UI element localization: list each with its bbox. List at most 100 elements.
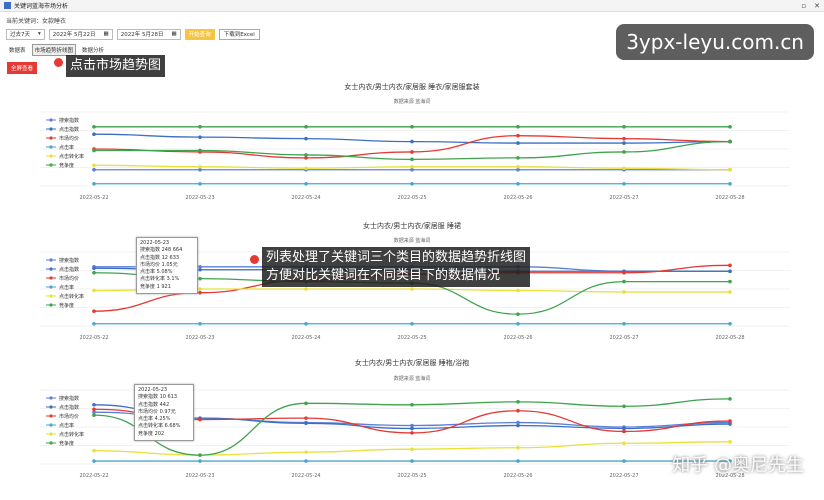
legend-marker: [49, 118, 53, 122]
legend-marker: [49, 303, 53, 307]
data-point: [92, 321, 96, 326]
x-tick-label: 2022-05-25: [397, 473, 426, 479]
tooltip-row: 搜索指数 248 664: [140, 247, 183, 254]
data-point: [410, 157, 414, 162]
marker-dot: [250, 255, 259, 264]
data-point: [516, 312, 520, 316]
data-point: [198, 125, 202, 129]
data-point: [516, 321, 520, 326]
x-tick-label: 2022-05-24: [291, 473, 320, 479]
callout-explanation: 列表处理了关键词三个类目的数据趋势折线图 方便对比关键词在不同类目下的数据情况: [262, 247, 531, 287]
data-point: [516, 133, 520, 138]
data-point: [92, 309, 96, 313]
x-tick-label: 2022-05-23: [185, 473, 214, 479]
chart2-subtitle: 数据来源 蓝海词: [393, 238, 431, 244]
legend-label: 市场均价: [59, 275, 79, 282]
data-point: [622, 321, 626, 326]
data-point: [304, 136, 308, 141]
x-tick-label: 2022-05-22: [79, 473, 108, 479]
start-date-field[interactable]: 2022年 5月22日 ▦: [48, 28, 113, 40]
data-point: [304, 181, 308, 186]
legend-marker: [49, 432, 53, 436]
data-point: [622, 459, 626, 463]
export-button[interactable]: 下载到Excel: [218, 28, 260, 40]
data-point: [92, 125, 96, 129]
data-point: [304, 321, 308, 326]
data-point: [516, 445, 520, 450]
data-point: [516, 125, 520, 129]
data-point: [92, 403, 96, 407]
x-tick-label: 2022-05-23: [185, 335, 214, 341]
x-tick-label: 2022-05-24: [291, 335, 320, 341]
data-point: [304, 287, 308, 291]
callout-click-trend: 点击市场趋势图: [66, 55, 166, 77]
query-button[interactable]: 开始查询: [184, 28, 215, 40]
app-icon: [4, 2, 11, 9]
chart1-title: 女士内衣/男士内衣/家居服 睡衣/家居服套装: [344, 83, 480, 91]
data-point: [92, 448, 96, 453]
x-tick-label: 2022-05-26: [503, 335, 532, 341]
x-tick-label: 2022-05-27: [609, 335, 638, 341]
x-tick-label: 2022-05-27: [609, 195, 638, 201]
data-point: [198, 290, 202, 295]
legend-marker: [49, 258, 53, 262]
data-point: [198, 287, 202, 291]
tab-data-table[interactable]: 数据表: [6, 44, 29, 56]
legend-label: 市场均价: [59, 135, 79, 142]
data-point: [622, 136, 626, 141]
legend-label: 点击率: [59, 284, 74, 291]
data-point: [92, 288, 96, 293]
data-point: [92, 181, 96, 186]
x-tick-label: 2022-05-22: [79, 195, 108, 201]
data-point: [728, 263, 732, 268]
data-point: [304, 450, 308, 454]
marker-dot: [54, 58, 63, 67]
data-point: [622, 166, 626, 171]
data-point: [622, 290, 626, 294]
legend-label: 竞争度: [59, 162, 74, 169]
x-tick-label: 2022-05-28: [715, 335, 744, 341]
data-point: [410, 181, 414, 186]
data-point: [516, 164, 520, 169]
fullscreen-button[interactable]: 全屏查看: [7, 62, 38, 74]
close-icon[interactable]: ✕: [814, 2, 820, 10]
x-tick-label: 2022-05-28: [715, 195, 744, 201]
data-point: [198, 321, 202, 326]
legend-marker: [49, 414, 53, 418]
legend-marker: [49, 441, 53, 445]
data-point: [92, 413, 96, 417]
data-point: [198, 164, 202, 169]
data-point: [304, 125, 308, 129]
legend-label: 搜索指数: [59, 257, 79, 264]
legend-marker: [49, 405, 53, 409]
chart1-plot: 2022-05-22 2022-05-23 2022-05-24 2022-05-25…: [40, 111, 790, 201]
tooltip-row: 点击转化率 3.1%: [140, 276, 180, 283]
x-tick-label: 2022-05-26: [503, 195, 532, 201]
data-point: [304, 166, 308, 171]
data-point: [516, 156, 520, 160]
end-date-value: 2022年 5月28日: [120, 32, 164, 38]
chart2-title: 女士内衣/男士内衣/家居服 睡裙: [363, 222, 461, 230]
legend-marker: [49, 294, 53, 298]
x-tick-label: 2022-05-24: [291, 195, 320, 201]
chart3-tooltip: 2022-05-23 搜索指数 10 613 点击指数 442 市场均价 0.9…: [134, 384, 194, 442]
tooltip-row: 竞争度 1 921: [140, 283, 171, 290]
data-point: [198, 181, 202, 186]
callout-line2: 方便对比关键词在不同类目下的数据情况: [266, 268, 501, 283]
data-point: [304, 421, 308, 426]
data-point: [410, 459, 414, 463]
end-date-field[interactable]: 2022年 5月28日 ▦: [116, 28, 181, 40]
data-point: [516, 141, 520, 145]
maximize-icon[interactable]: ▫: [801, 2, 806, 10]
range-select[interactable]: 过去7天 ▾: [6, 28, 45, 40]
legend-label: 点击率: [59, 144, 74, 151]
legend-marker: [49, 276, 53, 280]
x-tick-label: 2022-05-22: [79, 335, 108, 341]
tooltip-row: 点击指数 442: [138, 401, 170, 408]
data-point: [622, 404, 626, 409]
legend-marker: [49, 396, 53, 400]
chart3-subtitle: 数据来源 蓝海词: [393, 376, 431, 382]
data-point: [92, 459, 96, 463]
data-point: [516, 423, 520, 428]
tooltip-row: 点击转化率 6.68%: [138, 423, 181, 430]
